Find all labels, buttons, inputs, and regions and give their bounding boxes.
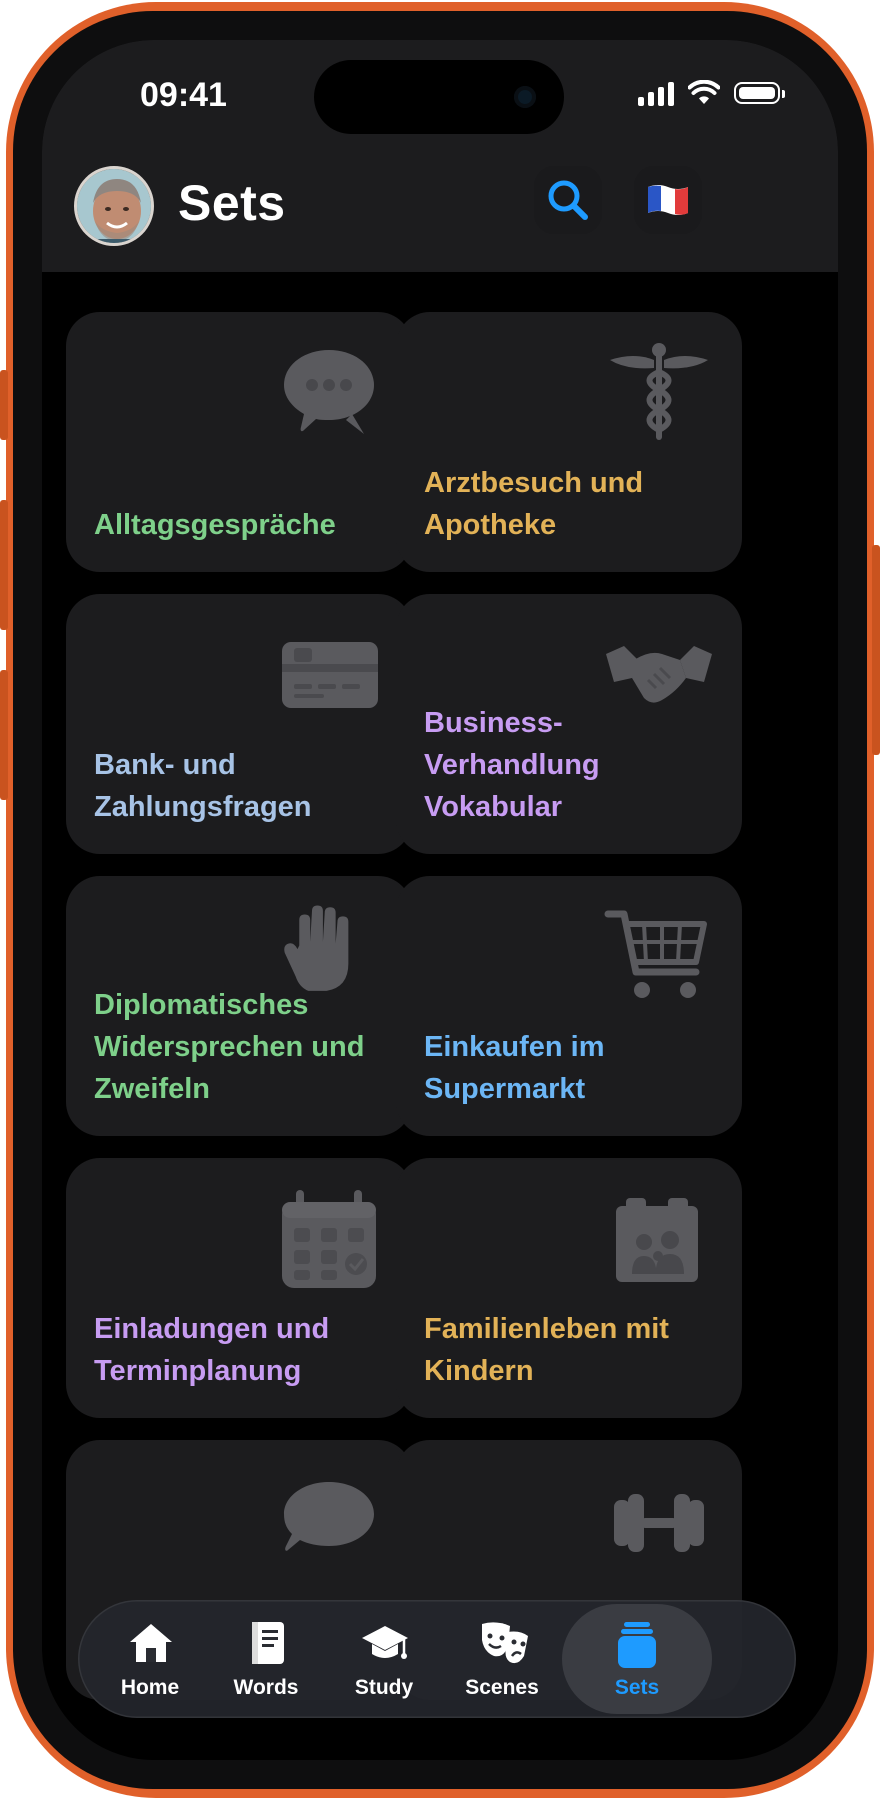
tab-label: Study <box>354 1676 414 1699</box>
avatar[interactable] <box>74 166 154 246</box>
search-button[interactable] <box>534 166 602 234</box>
set-label: Alltagsgespräche <box>94 509 336 541</box>
tab-scenes[interactable]: Scenes <box>442 1600 562 1718</box>
sets-grid: Alltagsgespräche Arztbesuch und Apotheke <box>42 272 838 1760</box>
set-label: Bank- und Zahlungsfragen <box>94 749 312 823</box>
tab-label: Home <box>120 1676 180 1699</box>
tab-bar: Home Words Study Scenes Sets <box>78 1600 796 1718</box>
search-icon <box>548 180 588 220</box>
set-card[interactable]: Familienleben mit Kindern <box>396 1158 742 1418</box>
set-card[interactable]: Einladungen und Terminplanung <box>66 1158 412 1418</box>
credit-card-icon <box>282 642 378 708</box>
set-card[interactable]: Business-Verhandlung Vokabular <box>396 594 742 854</box>
tab-words[interactable]: Words <box>206 1600 326 1718</box>
theater-masks-icon <box>482 1622 528 1664</box>
screen: 09:41 Sets Alltagsgespräche Arztbesuch u… <box>42 40 838 1760</box>
volume-down-button <box>0 670 8 800</box>
cellular-signal-icon <box>638 80 674 106</box>
dumbbell-icon <box>614 1494 704 1552</box>
status-icons <box>638 78 785 108</box>
battery-icon <box>734 82 785 104</box>
power-button <box>872 545 880 755</box>
volume-up-button <box>0 500 8 630</box>
set-label: Arztbesuch und Apotheke <box>424 467 644 541</box>
house-icon <box>130 1624 172 1662</box>
shopping-cart-icon <box>604 910 707 998</box>
book-icon <box>252 1622 284 1664</box>
tab-study[interactable]: Study <box>324 1600 444 1718</box>
page-title: Sets <box>178 175 286 231</box>
calendar-icon <box>282 1190 376 1288</box>
speech-bubble-icon <box>284 350 374 434</box>
chat-bubble-icon <box>284 1482 374 1551</box>
tab-label: Scenes <box>465 1676 539 1699</box>
caduceus-icon <box>610 343 708 440</box>
set-label: Familienleben mit Kindern <box>424 1313 669 1387</box>
front-camera-icon <box>514 86 536 108</box>
set-label: Einkaufen im Supermarkt <box>424 1031 605 1105</box>
set-label: Einladungen und Terminplanung <box>94 1313 330 1387</box>
wifi-icon <box>688 80 720 104</box>
set-card[interactable]: Alltagsgespräche <box>66 312 412 572</box>
tab-label: Words <box>233 1676 299 1699</box>
tab-home[interactable]: Home <box>90 1600 210 1718</box>
status-time: 09:41 <box>140 76 227 114</box>
stack-icon <box>618 1622 656 1668</box>
set-label: Diplomatisches Widersprechen und Zweifel… <box>94 989 365 1105</box>
tab-sets[interactable]: Sets <box>562 1604 712 1714</box>
graduation-cap-icon <box>362 1626 408 1659</box>
set-card[interactable]: Diplomatisches Widersprechen und Zweifel… <box>66 876 412 1136</box>
set-card[interactable]: Bank- und Zahlungsfragen <box>66 594 412 854</box>
family-photo-icon <box>616 1198 698 1282</box>
language-button[interactable] <box>634 166 702 234</box>
action-button <box>0 370 8 440</box>
set-card[interactable]: Einkaufen im Supermarkt <box>396 876 742 1136</box>
set-card[interactable]: Arztbesuch und Apotheke <box>396 312 742 572</box>
set-label: Business-Verhandlung Vokabular <box>424 707 600 823</box>
french-flag-icon <box>648 185 688 215</box>
header: 09:41 Sets <box>42 40 838 272</box>
dynamic-island <box>314 60 564 134</box>
tab-label: Sets <box>614 1676 660 1699</box>
